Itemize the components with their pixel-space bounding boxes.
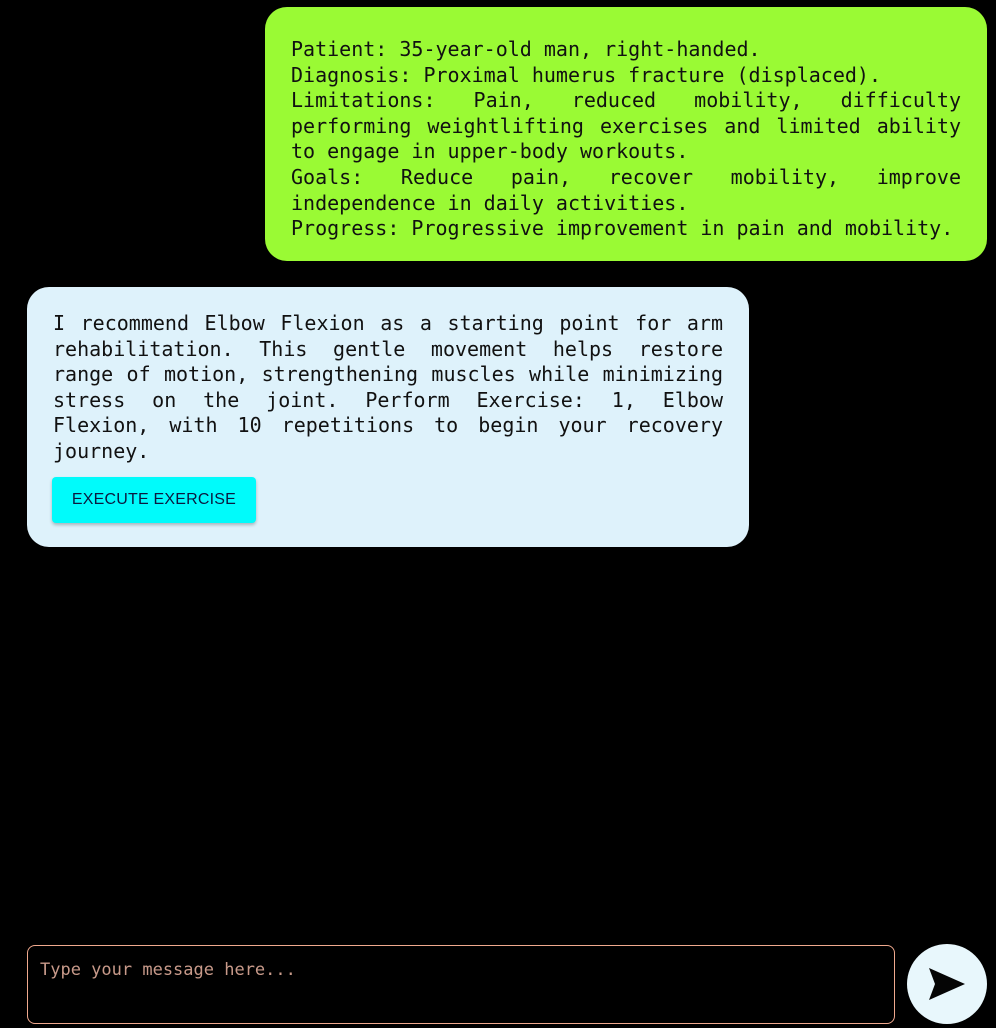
execute-exercise-button[interactable]: EXECUTE EXERCISE xyxy=(52,477,256,523)
send-button[interactable] xyxy=(907,944,987,1024)
user-message-line-diagnosis: Diagnosis: Proximal humerus fracture (di… xyxy=(291,62,882,87)
chat-area: Patient: 35-year-old man, right-handed. … xyxy=(0,0,996,930)
user-message-line-limitations: Limitations: Pain, reduced mobility, dif… xyxy=(291,88,961,164)
user-message-bubble: Patient: 35-year-old man, right-handed. … xyxy=(265,7,987,261)
assistant-message-bubble: I recommend Elbow Flexion as a starting … xyxy=(27,287,749,547)
user-message-line-patient: Patient: 35-year-old man, right-handed. xyxy=(291,37,761,61)
user-message-line-goals: Goals: Reduce pain, recover mobility, im… xyxy=(291,164,961,215)
assistant-message-text: I recommend Elbow Flexion as a starting … xyxy=(53,311,723,463)
user-message-line-progress: Progress: Progressive improvement in pai… xyxy=(291,216,954,241)
send-icon xyxy=(929,968,965,1000)
message-input-container xyxy=(27,945,895,1024)
message-input[interactable] xyxy=(40,958,880,1013)
